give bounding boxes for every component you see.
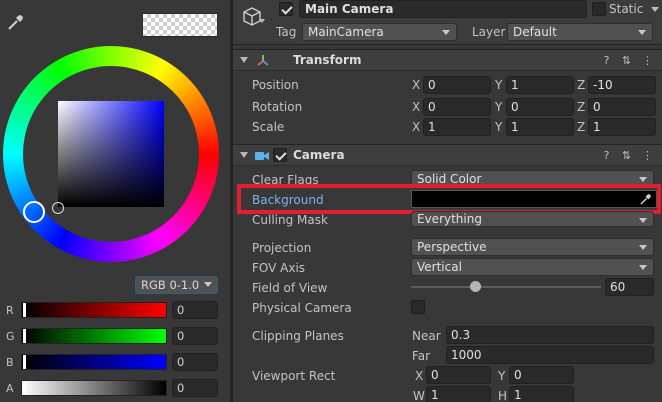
culling-mask-label: Culling Mask [252, 213, 328, 227]
channel-label-b: B [6, 356, 14, 369]
alpha-value-field[interactable]: 0 [172, 379, 218, 397]
tag-label: Tag [276, 25, 297, 39]
viewport-y-field[interactable]: 0 [509, 366, 574, 384]
alpha-slider[interactable] [21, 380, 167, 396]
clipping-planes-label: Clipping Planes [252, 329, 344, 343]
channel-label-r: R [6, 304, 14, 317]
help-icon[interactable]: ? [600, 54, 613, 67]
rotation-z-field[interactable]: 0 [588, 98, 656, 116]
chevron-down-icon [204, 282, 212, 287]
camera-icon [255, 152, 269, 160]
scale-label: Scale [252, 120, 285, 134]
transform-header[interactable]: Transform ? ⇅ ⋮ [233, 49, 662, 71]
eyedropper-icon[interactable] [7, 13, 25, 31]
green-slider[interactable] [21, 328, 167, 344]
field-of-view-field[interactable]: 60 [605, 278, 654, 296]
color-preview-swatch [142, 13, 218, 37]
static-checkbox[interactable] [592, 2, 606, 16]
scale-y-field[interactable]: 1 [506, 118, 574, 136]
chevron-down-icon [639, 245, 647, 250]
layer-label: Layer [472, 25, 506, 39]
static-dropdown-icon[interactable] [651, 7, 659, 12]
background-label: Background [252, 193, 324, 207]
eyedropper-icon[interactable] [639, 193, 652, 206]
camera-header[interactable]: Camera ? ⇅ ⋮ [233, 144, 662, 166]
chevron-down-icon[interactable] [259, 19, 265, 23]
kebab-menu-icon[interactable]: ⋮ [641, 54, 654, 67]
scale-x-field[interactable]: 1 [423, 118, 491, 136]
near-clip-field[interactable]: 0.3 [446, 326, 654, 344]
channel-label-a: A [6, 382, 14, 395]
tag-dropdown[interactable]: MainCamera [302, 23, 457, 41]
position-label: Position [252, 78, 299, 92]
far-clip-field[interactable]: 1000 [446, 346, 654, 364]
far-label: Far [412, 349, 431, 363]
static-label: Static [609, 2, 644, 16]
rotation-x-field[interactable]: 0 [423, 98, 491, 116]
color-mode-dropdown[interactable]: RGB 0-1.0 [135, 276, 218, 294]
inspector-panel: Main Camera Static Tag MainCamera Layer … [233, 0, 662, 402]
position-y-field[interactable]: 1 [506, 76, 574, 94]
viewport-rect-label: Viewport Rect [252, 369, 336, 383]
layer-dropdown[interactable]: Default [507, 23, 653, 41]
gameobject-cube-icon [243, 7, 261, 26]
camera-title: Camera [293, 148, 345, 162]
position-x-field[interactable]: 0 [423, 76, 491, 94]
field-of-view-label: Field of View [252, 281, 328, 295]
saturation-value-handle[interactable] [52, 202, 64, 214]
rotation-label: Rotation [252, 100, 303, 114]
green-value-field[interactable]: 0 [172, 327, 218, 345]
kebab-menu-icon[interactable]: ⋮ [641, 149, 654, 162]
blue-value-field[interactable]: 0 [172, 353, 218, 371]
fov-axis-dropdown[interactable]: Vertical [411, 258, 654, 276]
near-label: Near [412, 329, 441, 343]
chevron-down-icon [442, 30, 450, 35]
culling-mask-dropdown[interactable]: Everything [411, 211, 654, 227]
foldout-arrow-icon[interactable] [240, 152, 248, 158]
chevron-down-icon [639, 177, 647, 182]
help-icon[interactable]: ? [600, 149, 613, 162]
blue-slider[interactable] [21, 354, 167, 370]
projection-label: Projection [252, 241, 312, 255]
background-color-field[interactable] [411, 190, 657, 208]
gameobject-header: Main Camera Static Tag MainCamera Layer … [233, 0, 662, 45]
viewport-x-field[interactable]: 0 [426, 366, 491, 384]
camera-enabled-checkbox[interactable] [273, 148, 287, 162]
projection-dropdown[interactable]: Perspective [411, 238, 654, 256]
viewport-w-field[interactable]: 1 [426, 386, 491, 402]
fov-axis-label: FOV Axis [252, 261, 306, 275]
field-of-view-slider[interactable] [411, 286, 601, 288]
scale-z-field[interactable]: 1 [588, 118, 656, 136]
chevron-down-icon [639, 218, 647, 223]
saturation-value-box[interactable] [58, 101, 164, 207]
physical-camera-checkbox[interactable] [411, 300, 425, 314]
chevron-down-icon [638, 30, 646, 35]
position-z-field[interactable]: -10 [588, 76, 656, 94]
physical-camera-label: Physical Camera [252, 301, 352, 315]
channel-label-g: G [6, 330, 15, 343]
foldout-arrow-icon[interactable] [240, 57, 248, 63]
presets-icon[interactable]: ⇅ [620, 54, 633, 67]
color-picker-panel: RGB 0-1.0 R 0 G 0 B 0 A 0 [0, 0, 230, 402]
chevron-down-icon [639, 265, 647, 270]
red-slider[interactable] [21, 302, 167, 318]
transform-axes-icon [257, 55, 269, 66]
transform-title: Transform [293, 53, 362, 67]
hue-handle[interactable] [23, 201, 45, 223]
field-of-view-slider-thumb[interactable] [470, 281, 481, 292]
red-value-field[interactable]: 0 [172, 301, 218, 319]
gameobject-name-field[interactable]: Main Camera [299, 0, 587, 18]
presets-icon[interactable]: ⇅ [620, 149, 633, 162]
active-checkbox[interactable] [279, 2, 293, 16]
viewport-h-field[interactable]: 1 [509, 386, 574, 402]
rotation-y-field[interactable]: 0 [506, 98, 574, 116]
